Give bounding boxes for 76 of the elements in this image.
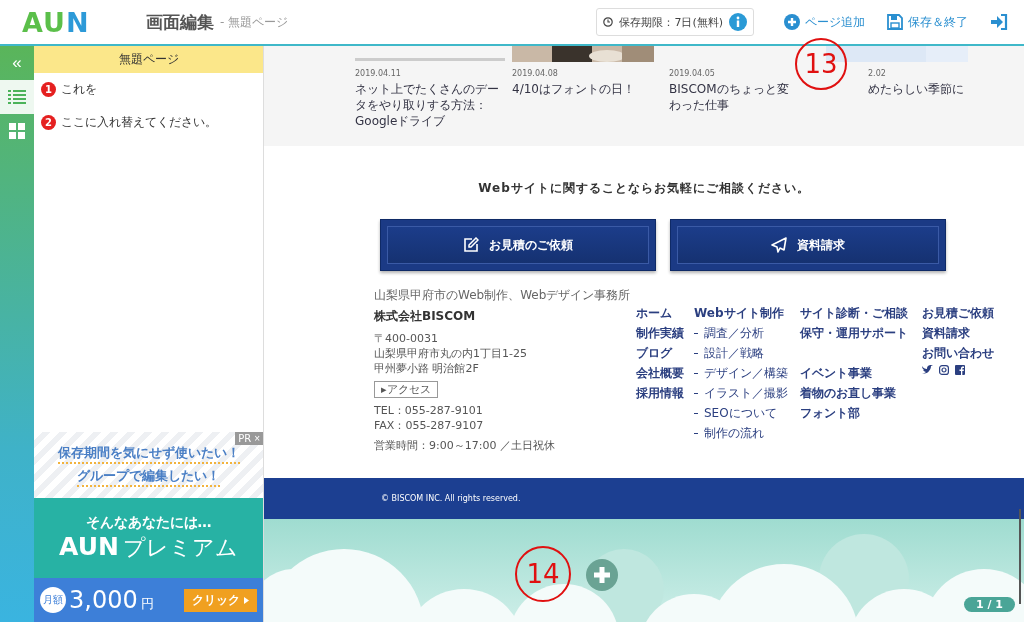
footer-link[interactable]: SEOについて — [694, 405, 800, 422]
grid-icon — [9, 123, 25, 139]
footer-link[interactable]: 制作実績 — [636, 325, 694, 342]
sign-in-icon — [990, 14, 1008, 30]
footer-link[interactable]: サイト診断・ご相談 — [800, 305, 922, 322]
address-line: 山梨県甲府市丸の内1丁目1-25 — [374, 346, 528, 361]
address-line: 甲州夢小路 明治館2F — [374, 361, 480, 376]
footer-link[interactable]: フォント部 — [800, 405, 922, 422]
price: 3,000 — [69, 586, 138, 614]
add-section-icon[interactable] — [586, 559, 618, 591]
annotation-number: 14 — [515, 546, 571, 602]
post-title[interactable]: ネット上でたくさんのデータをやり取りする方法：Googleドライブ — [355, 81, 503, 130]
list-view-button[interactable] — [0, 80, 34, 114]
annotation-number: 13 — [795, 38, 847, 90]
instagram-icon[interactable] — [939, 365, 949, 375]
footer-link[interactable]: 資料請求 — [922, 325, 994, 342]
footer-link[interactable]: 調査／分析 — [694, 325, 800, 342]
triangle-icon — [244, 596, 249, 604]
footer-link[interactable]: ホーム — [636, 305, 694, 322]
footer-link[interactable]: 制作の流れ — [694, 425, 800, 442]
address-line: 〒400-0031 — [374, 331, 439, 346]
footer-link[interactable]: デザイン／構築 — [694, 365, 800, 382]
footer-link[interactable]: ブログ — [636, 345, 694, 362]
twitter-icon[interactable] — [922, 365, 933, 375]
pr-label: PR — [238, 433, 252, 444]
save-icon — [887, 14, 903, 30]
post-date: 2019.04.05 — [669, 69, 716, 78]
post-title[interactable]: BISCOMのちょっと変わった仕事 — [669, 81, 793, 114]
company-name: 株式会社BISCOM — [374, 308, 477, 325]
ad-logo: AUN — [59, 531, 119, 561]
save-button[interactable]: 保存＆終了 — [881, 9, 974, 35]
phone-line: FAX：055-287-9107 — [374, 418, 485, 433]
post-date: 2.02 — [867, 69, 887, 78]
clock-icon — [603, 17, 614, 27]
business-hours: 営業時間：9:00～17:00 ／土日祝休 — [374, 438, 556, 453]
footer-link[interactable]: イベント事業 — [800, 365, 922, 382]
number-badge: 2 — [41, 115, 56, 130]
tagline: 山梨県甲府市のWeb制作、Webデザイン事務所 — [374, 287, 632, 304]
phone-line: TEL：055-287-9101 — [374, 403, 484, 418]
ad-text: そんなあなたには… — [85, 513, 212, 532]
facebook-icon[interactable] — [955, 365, 965, 375]
screen-title: 画面編集 — [146, 10, 214, 34]
footer-link[interactable]: お見積ご依頼 — [922, 305, 994, 322]
footer-link[interactable]: 採用情報 — [636, 385, 694, 402]
page-name: - 無題ページ — [220, 13, 289, 31]
brochure-request-button[interactable]: 資料請求 — [670, 219, 946, 271]
currency: 円 — [140, 595, 154, 613]
post-date: 2019.04.08 — [512, 69, 559, 78]
number-badge: 1 — [41, 82, 56, 97]
retention-text: 保存期限：7日(無料) — [619, 14, 723, 30]
info-icon[interactable] — [729, 13, 747, 31]
copyright: © BISCOM INC. All rights reserved. — [381, 494, 521, 503]
footer-link[interactable]: お問い合わせ — [922, 345, 994, 362]
price-label: 月額 — [40, 587, 66, 613]
footer-link[interactable]: イラスト／撮影 — [694, 385, 800, 402]
edit-icon — [463, 237, 479, 253]
panel-title: 無題ページ — [34, 46, 263, 73]
footer-link[interactable]: 保守・運用サポート — [800, 325, 922, 342]
post-title[interactable]: 4/10はフォントの日！ — [512, 81, 660, 98]
quote-request-button[interactable]: お見積のご依頼 — [380, 219, 656, 271]
product-name: プレミアム — [122, 533, 238, 562]
paper-plane-icon — [771, 237, 787, 253]
footer-link[interactable]: 会社概要 — [636, 365, 694, 382]
footer-link[interactable]: 設計／戦略 — [694, 345, 800, 362]
footer-link[interactable]: 着物のお直し事業 — [800, 385, 922, 402]
ad-text: グループで編集したい！ — [77, 466, 220, 487]
access-button[interactable]: ▸アクセス — [374, 381, 438, 398]
list-icon — [8, 90, 26, 104]
panel-item[interactable]: ここに入れ替えてください。 — [61, 114, 217, 131]
add-icon — [784, 14, 800, 30]
post-date: 2019.04.11 — [355, 69, 402, 78]
footer-link[interactable]: Webサイト制作 — [694, 305, 800, 322]
contact-lead: Webサイトに関することならお気軽にご相談ください。 — [477, 180, 811, 197]
page-indicator: 1 / 1 — [964, 597, 1015, 612]
add-button[interactable]: ページ追加 — [778, 9, 871, 35]
panel-item[interactable]: これを — [61, 81, 97, 98]
